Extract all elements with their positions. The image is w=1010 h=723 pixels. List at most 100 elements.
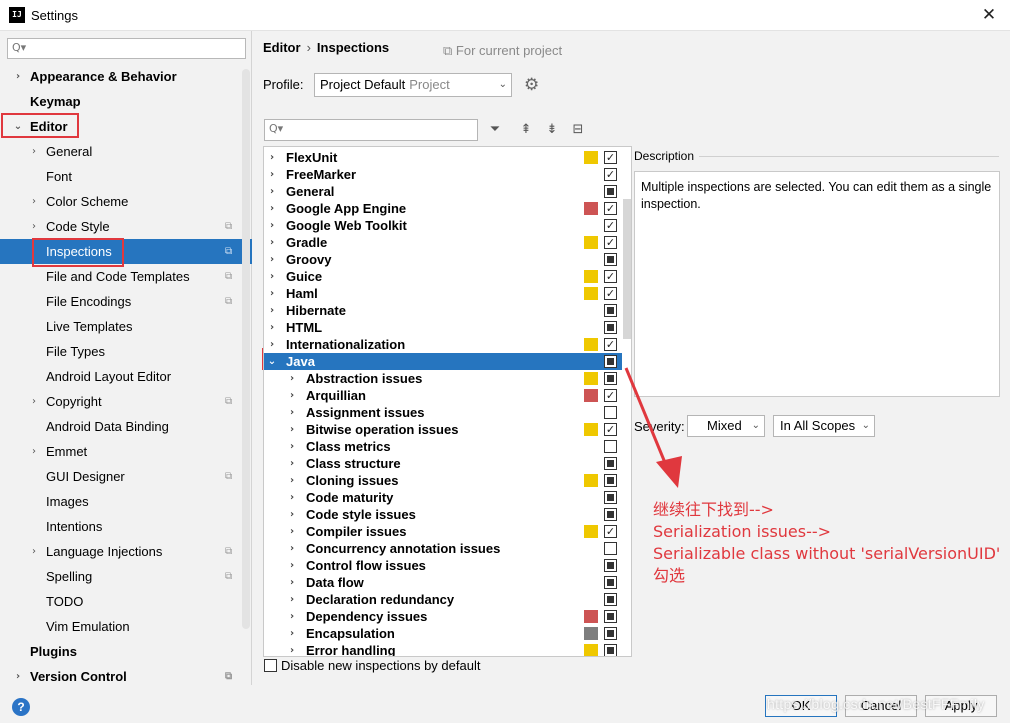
sidebar-item-gui-designer[interactable]: GUI Designer ⧉ [0, 464, 252, 489]
inspection-row[interactable]: › Groovy [264, 251, 622, 268]
sidebar-item-images[interactable]: Images [0, 489, 252, 514]
inspection-row[interactable]: › Class metrics [264, 438, 622, 455]
chevron-right-icon[interactable]: › [287, 625, 297, 642]
inspection-checkbox[interactable] [604, 576, 617, 589]
inspection-checkbox[interactable] [604, 253, 617, 266]
inspection-row[interactable]: › Abstraction issues [264, 370, 622, 387]
inspection-checkbox[interactable] [604, 542, 617, 555]
inspection-row[interactable]: › Dependency issues [264, 608, 622, 625]
inspection-row[interactable]: › Arquillian ✓ [264, 387, 622, 404]
sidebar-item-editor[interactable]: ⌄ Editor [0, 114, 252, 139]
inspection-checkbox[interactable] [604, 185, 617, 198]
cancel-button[interactable]: Cancel [845, 695, 917, 717]
sidebar-item-intentions[interactable]: Intentions [0, 514, 252, 539]
inspection-row[interactable]: ⌄ Java [264, 353, 622, 370]
chevron-right-icon[interactable]: › [287, 591, 297, 608]
inspection-row[interactable]: › Code style issues [264, 506, 622, 523]
sidebar-item-android-layout-editor[interactable]: Android Layout Editor [0, 364, 252, 389]
inspection-checkbox[interactable] [604, 491, 617, 504]
reset-icon[interactable]: ⊟ [569, 121, 587, 139]
chevron-right-icon[interactable]: › [287, 455, 297, 472]
sidebar-item-todo[interactable]: TODO [0, 589, 252, 614]
scope-dropdown[interactable]: In All Scopes ⌄ [773, 415, 875, 437]
inspection-checkbox[interactable]: ✓ [604, 270, 617, 283]
sidebar-search-input[interactable]: Q▾ [7, 38, 246, 59]
inspection-checkbox[interactable] [604, 406, 617, 419]
inspection-row[interactable]: › Cloning issues [264, 472, 622, 489]
inspection-checkbox[interactable]: ✓ [604, 202, 617, 215]
chevron-right-icon[interactable]: › [28, 214, 40, 239]
chevron-right-icon[interactable]: › [267, 166, 277, 183]
collapse-all-icon[interactable]: ⇟ [543, 121, 561, 139]
inspection-checkbox[interactable] [604, 474, 617, 487]
help-icon[interactable]: ? [12, 698, 30, 716]
sidebar-item-font[interactable]: Font [0, 164, 252, 189]
chevron-right-icon[interactable]: › [287, 370, 297, 387]
sidebar-item-plugins[interactable]: Plugins [0, 639, 252, 664]
sidebar-item-live-templates[interactable]: Live Templates [0, 314, 252, 339]
inspection-checkbox[interactable] [604, 372, 617, 385]
chevron-right-icon[interactable]: › [267, 200, 277, 217]
chevron-right-icon[interactable]: › [267, 183, 277, 200]
chevron-right-icon[interactable]: › [267, 149, 277, 166]
sidebar-item-inspections[interactable]: Inspections ⧉ [0, 239, 252, 264]
sidebar-item-spelling[interactable]: Spelling ⧉ [0, 564, 252, 589]
sidebar-item-file-types[interactable]: File Types [0, 339, 252, 364]
inspection-checkbox[interactable] [604, 644, 617, 656]
inspection-row[interactable]: › Data flow [264, 574, 622, 591]
inspection-checkbox[interactable] [604, 627, 617, 640]
inspection-scrollbar[interactable] [623, 199, 631, 339]
chevron-right-icon[interactable]: › [267, 268, 277, 285]
inspection-checkbox[interactable] [604, 355, 617, 368]
close-icon[interactable]: ✕ [976, 3, 1002, 27]
inspection-row[interactable]: › Guice ✓ [264, 268, 622, 285]
inspection-checkbox[interactable] [604, 304, 617, 317]
sidebar-item-language-injections[interactable]: › Language Injections ⧉ [0, 539, 252, 564]
chevron-right-icon[interactable]: › [28, 189, 40, 214]
sidebar-item-code-style[interactable]: › Code Style ⧉ [0, 214, 252, 239]
inspection-row[interactable]: › FlexUnit ✓ [264, 149, 622, 166]
chevron-right-icon[interactable]: › [28, 439, 40, 464]
apply-button[interactable]: Apply [925, 695, 997, 717]
chevron-down-icon[interactable]: ⌄ [267, 353, 277, 370]
chevron-right-icon[interactable]: › [12, 64, 24, 89]
inspection-checkbox[interactable]: ✓ [604, 219, 617, 232]
chevron-right-icon[interactable]: › [267, 336, 277, 353]
chevron-right-icon[interactable]: › [287, 608, 297, 625]
chevron-right-icon[interactable]: › [287, 557, 297, 574]
inspection-checkbox[interactable]: ✓ [604, 151, 617, 164]
chevron-down-icon[interactable]: ⌄ [12, 114, 24, 139]
inspection-row[interactable]: › HTML [264, 319, 622, 336]
chevron-right-icon[interactable]: › [287, 489, 297, 506]
filter-icon[interactable]: ⏷ [486, 121, 504, 139]
inspection-row[interactable]: › Haml ✓ [264, 285, 622, 302]
chevron-right-icon[interactable]: › [28, 539, 40, 564]
inspection-row[interactable]: › Assignment issues [264, 404, 622, 421]
sidebar-item-appearance-behavior[interactable]: › Appearance & Behavior [0, 64, 252, 89]
chevron-right-icon[interactable]: › [287, 523, 297, 540]
inspection-checkbox[interactable] [604, 440, 617, 453]
chevron-right-icon[interactable]: › [287, 438, 297, 455]
chevron-right-icon[interactable]: › [287, 574, 297, 591]
sidebar-item-android-data-binding[interactable]: Android Data Binding [0, 414, 252, 439]
chevron-right-icon[interactable]: › [267, 234, 277, 251]
inspection-row[interactable]: › Code maturity [264, 489, 622, 506]
inspection-row[interactable]: › Control flow issues [264, 557, 622, 574]
sidebar-item-file-and-code-templates[interactable]: File and Code Templates ⧉ [0, 264, 252, 289]
expand-all-icon[interactable]: ⇞ [517, 121, 535, 139]
inspection-checkbox[interactable]: ✓ [604, 525, 617, 538]
sidebar-item-file-encodings[interactable]: File Encodings ⧉ [0, 289, 252, 314]
severity-dropdown[interactable]: Mixed ⌄ [687, 415, 765, 437]
inspection-row[interactable]: › Google Web Toolkit ✓ [264, 217, 622, 234]
inspection-checkbox[interactable]: ✓ [604, 389, 617, 402]
chevron-right-icon[interactable]: › [267, 251, 277, 268]
inspection-row[interactable]: › Encapsulation [264, 625, 622, 642]
sidebar-scrollbar[interactable] [242, 69, 250, 629]
inspection-checkbox[interactable] [604, 559, 617, 572]
disable-new-inspections-checkbox[interactable] [264, 659, 277, 672]
chevron-right-icon[interactable]: › [267, 319, 277, 336]
inspection-row[interactable]: › Internationalization ✓ [264, 336, 622, 353]
inspection-row[interactable]: › Google App Engine ✓ [264, 200, 622, 217]
inspection-checkbox[interactable]: ✓ [604, 236, 617, 249]
ok-button[interactable]: OK [765, 695, 837, 717]
